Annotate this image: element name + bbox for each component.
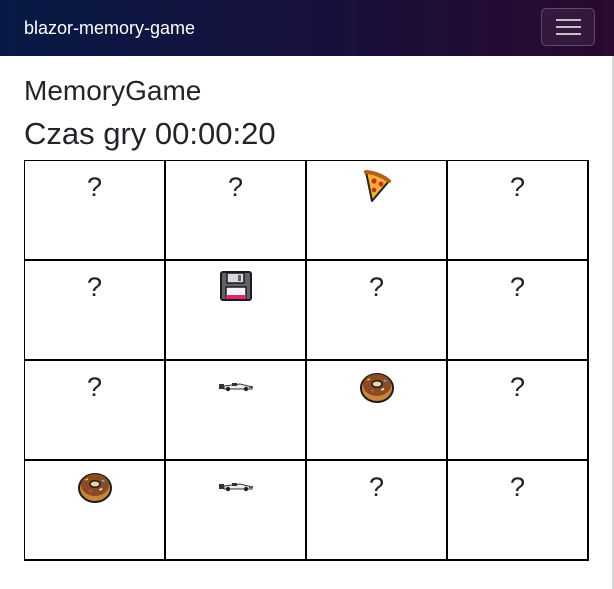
card-cell[interactable]: ? [307,261,448,361]
card-cell[interactable] [166,461,307,561]
card-cell[interactable]: ? [25,161,166,261]
card-hidden-symbol: ? [86,372,103,402]
navbar-toggler-button[interactable] [541,8,595,46]
racing-car-icon [218,383,253,392]
card-cell[interactable] [307,361,448,461]
card-hidden-symbol: ? [227,172,244,202]
memory-board: ?? ?? ??? ? ? ? [24,160,589,561]
card-hidden-symbol: ? [509,172,526,202]
card-cell[interactable] [307,161,448,261]
hamburger-menu-icon [556,19,581,21]
card-hidden-symbol: ? [509,272,526,302]
racing-car-icon [218,483,253,492]
card-cell[interactable]: ? [448,461,589,561]
game-timer: Czas gry 00:00:20 [24,116,276,151]
pizza-icon [363,170,391,202]
card-cell[interactable] [25,461,166,561]
card-cell[interactable]: ? [448,361,589,461]
card-cell[interactable]: ? [25,361,166,461]
card-hidden-symbol: ? [86,272,103,302]
card-cell[interactable]: ? [448,161,589,261]
card-cell[interactable]: ? [166,161,307,261]
card-cell[interactable] [166,261,307,361]
page-title: MemoryGame [24,75,202,106]
card-cell[interactable]: ? [25,261,166,361]
doughnut-icon [359,373,394,403]
card-cell[interactable]: ? [448,261,589,361]
card-hidden-symbol: ? [368,472,385,502]
card-hidden-symbol: ? [86,172,103,202]
navbar-brand[interactable]: blazor-memory-game [24,17,195,39]
floppy-disk-icon [219,271,252,301]
card-cell[interactable]: ? [307,461,448,561]
card-cell[interactable] [166,361,307,461]
top-navbar: blazor-memory-game [0,0,614,56]
card-hidden-symbol: ? [509,372,526,402]
card-hidden-symbol: ? [509,472,526,502]
doughnut-icon [77,473,112,503]
card-hidden-symbol: ? [368,272,385,302]
